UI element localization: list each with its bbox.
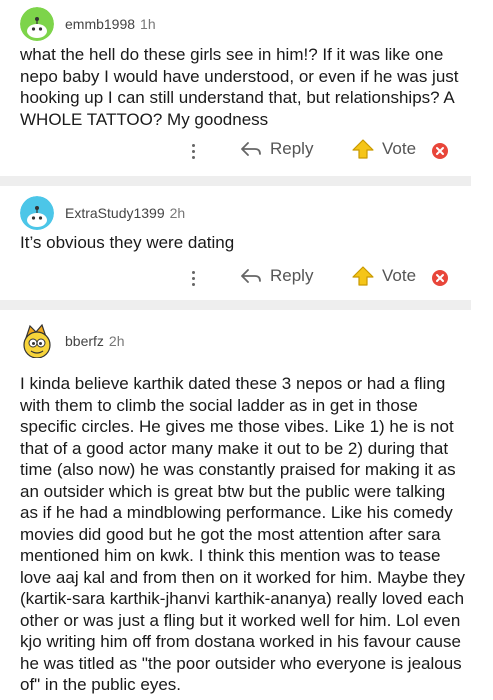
more-options-icon[interactable]: [188, 268, 198, 290]
comment-3: bberfz 2h I kinda believe karthik dated …: [0, 310, 493, 700]
username[interactable]: emmb1998: [65, 16, 135, 32]
timestamp: 2h: [108, 333, 125, 349]
comment-header: bberfz 2h: [20, 324, 125, 358]
snoo-avatar-green-icon[interactable]: [20, 7, 54, 41]
reply-label: Reply: [270, 266, 314, 285]
comment-body: It’s obvious they were dating: [20, 233, 235, 252]
comment-header: emmb1998 1h: [20, 7, 156, 41]
upvote-button[interactable]: Vote: [352, 139, 416, 159]
upvote-button[interactable]: Vote: [352, 266, 416, 286]
comment-divider: [0, 176, 471, 186]
snoo-avatar-blue-icon[interactable]: [20, 196, 54, 230]
more-options-icon[interactable]: [188, 141, 198, 163]
comment-1: emmb1998 1h what the hell do these girls…: [0, 0, 493, 176]
vote-label: Vote: [382, 139, 417, 158]
reply-button[interactable]: Reply: [240, 266, 313, 286]
downvote-icon[interactable]: [432, 270, 448, 286]
comment-body: what the hell do these girls see in him!…: [20, 45, 459, 129]
timestamp: 1h: [140, 16, 156, 32]
upvote-arrow-icon: [352, 266, 374, 286]
username[interactable]: bberfz: [65, 333, 104, 349]
upvote-arrow-icon: [352, 139, 374, 159]
reply-label: Reply: [270, 139, 314, 158]
yellow-cartoon-avatar-icon[interactable]: [20, 324, 54, 358]
comment-2: ExtraStudy1399 2h It’s obvious they were…: [0, 186, 493, 300]
reply-arrow-icon: [241, 142, 261, 156]
timestamp: 2h: [169, 205, 186, 221]
comment-header: ExtraStudy1399 2h: [20, 196, 185, 230]
downvote-icon[interactable]: [432, 143, 448, 159]
comment-body: I kinda believe karthik dated these 3 ne…: [20, 374, 466, 694]
comment-actions: Reply Vote: [0, 264, 493, 294]
username[interactable]: ExtraStudy1399: [65, 205, 165, 221]
comment-actions: Reply Vote: [0, 137, 493, 167]
vote-label: Vote: [382, 266, 417, 285]
comment-divider: [0, 300, 471, 310]
reply-button[interactable]: Reply: [240, 139, 313, 159]
reply-arrow-icon: [241, 269, 261, 283]
